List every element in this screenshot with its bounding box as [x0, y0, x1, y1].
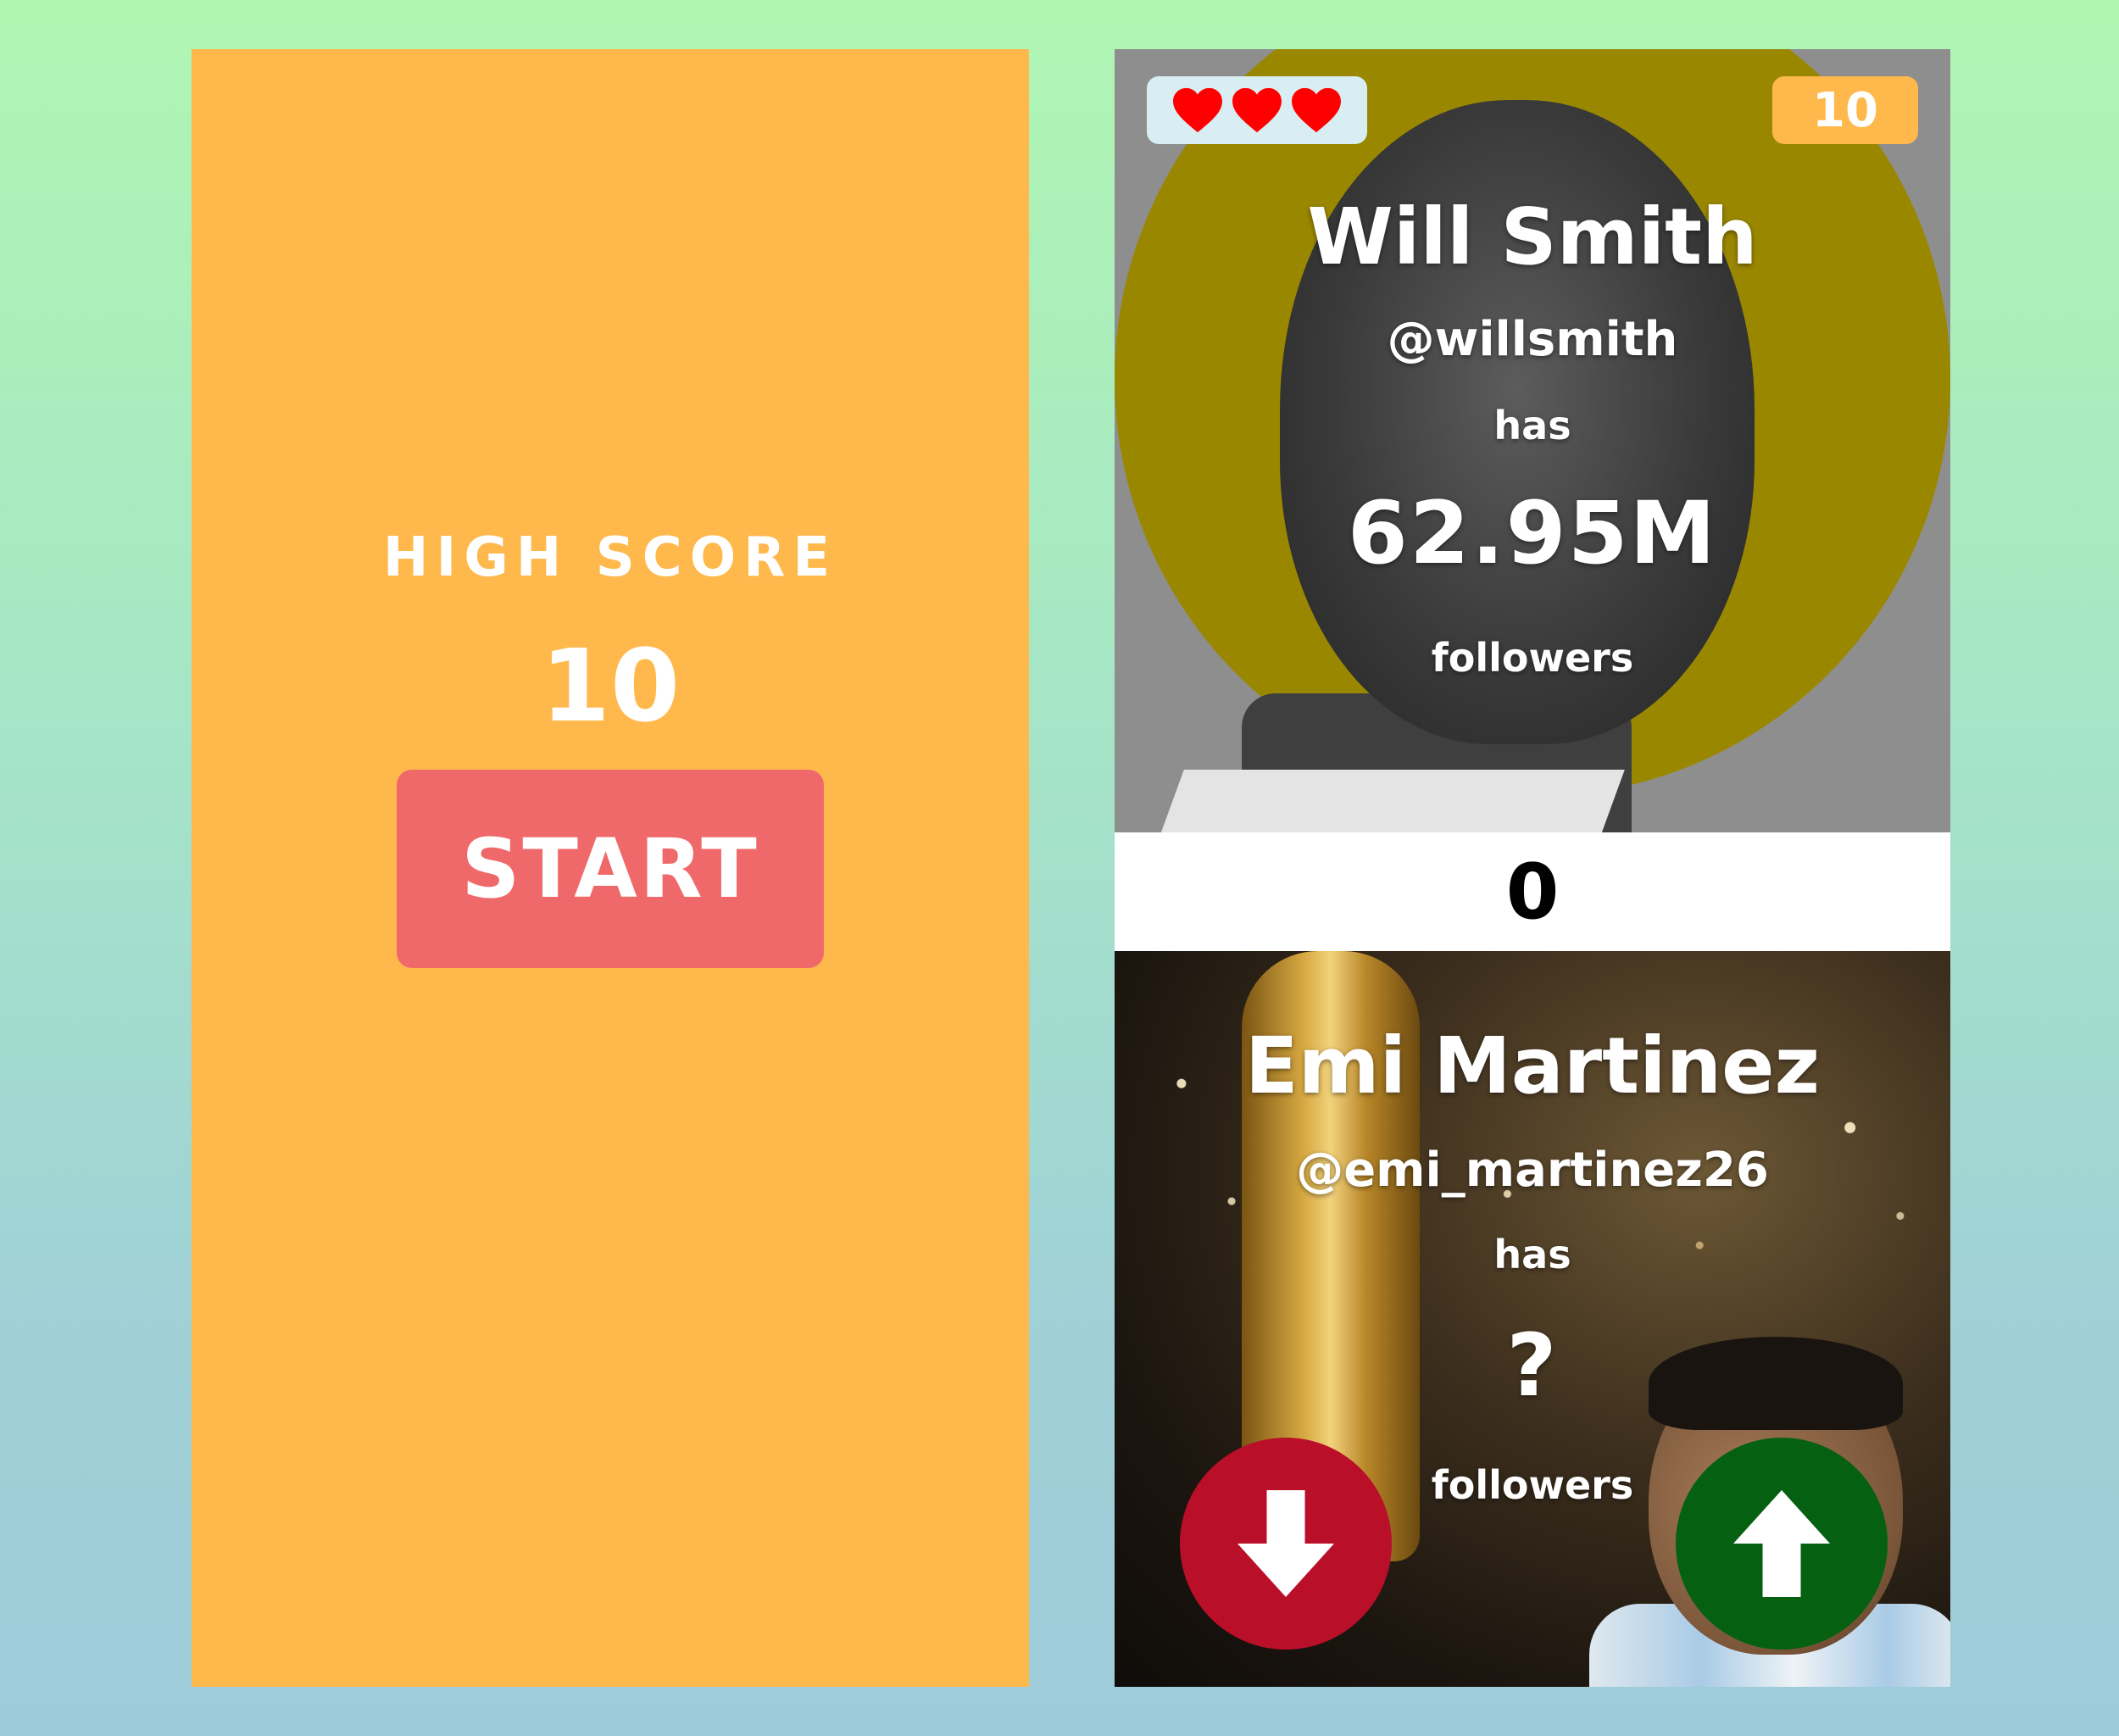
bottom-card-handle: @emi_martinez26	[1296, 1143, 1769, 1198]
start-panel: HIGH SCORE 10 START	[192, 49, 1029, 1687]
top-card-has-label: has	[1493, 403, 1571, 448]
heart-icon	[1232, 87, 1282, 133]
bottom-card-name: Emi Martinez	[1244, 1021, 1821, 1111]
bottom-card-follower-count: ?	[1506, 1316, 1559, 1416]
top-card-name: Will Smith	[1307, 192, 1758, 282]
start-button[interactable]: START	[397, 770, 824, 968]
high-score-value: 10	[540, 627, 681, 744]
arrow-down-icon	[1237, 1490, 1334, 1597]
top-card-handle: @willsmith	[1387, 312, 1678, 367]
arrow-up-icon	[1733, 1490, 1830, 1597]
heart-icon	[1292, 87, 1341, 133]
score-badge: 10	[1772, 76, 1918, 144]
top-card-followers-label: followers	[1431, 635, 1634, 681]
bottom-card: Emi Martinez @emi_martinez26 has ? follo…	[1115, 951, 1950, 1687]
lives-indicator	[1147, 76, 1367, 144]
streak-counter: 0	[1115, 832, 1950, 951]
heart-icon	[1173, 87, 1222, 133]
portrait-shirt	[1147, 770, 1625, 832]
top-card-follower-count: 62.95M	[1347, 483, 1718, 584]
bottom-card-has-label: has	[1493, 1232, 1571, 1277]
high-score-label: HIGH SCORE	[382, 526, 838, 589]
higher-button[interactable]	[1676, 1438, 1888, 1650]
top-card: 10 Will Smith @willsmith has 62.95M foll…	[1115, 49, 1950, 832]
lower-button[interactable]	[1180, 1438, 1392, 1650]
game-panel: 10 Will Smith @willsmith has 62.95M foll…	[1115, 49, 1950, 1687]
